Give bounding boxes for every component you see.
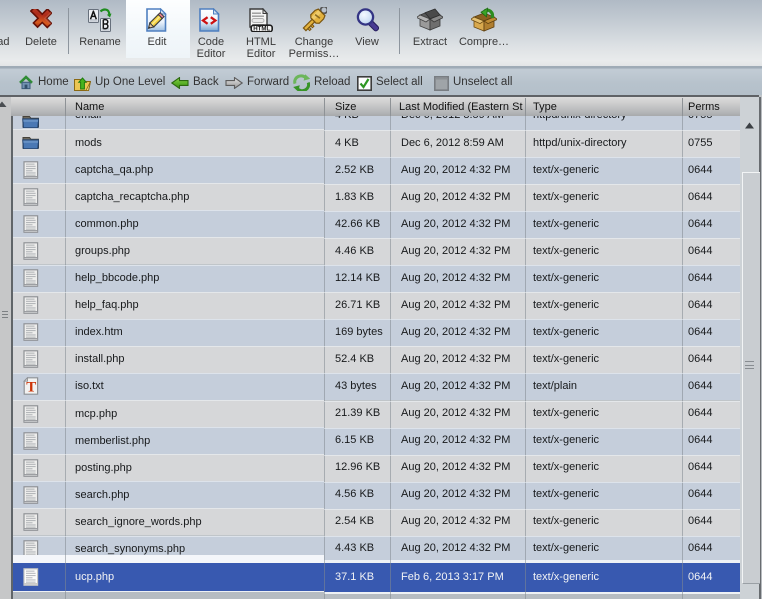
svg-text:T: T [26, 380, 36, 396]
svg-text:HTML: HTML [253, 26, 270, 32]
